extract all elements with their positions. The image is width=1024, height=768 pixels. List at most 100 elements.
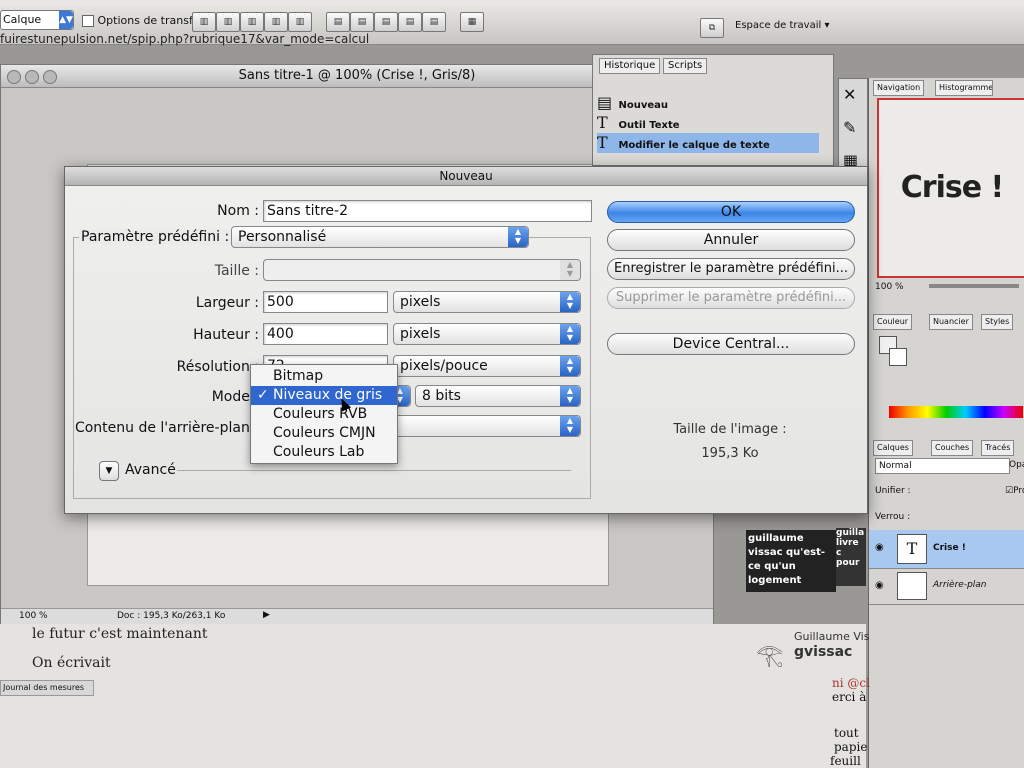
disclosure-triangle-icon[interactable]: ▼	[99, 461, 119, 481]
bridge-icon[interactable]: ⧉	[700, 18, 724, 38]
transform-options-checkbox[interactable]: Options de transf.	[82, 14, 196, 27]
tab-scripts[interactable]: Scripts	[663, 58, 708, 74]
nav-zoom[interactable]: 100 %	[875, 282, 904, 292]
document-icon: ▤	[597, 93, 613, 112]
layer-row[interactable]: ◉ Arrière-plan	[869, 568, 1024, 605]
chevron-updown-icon: ▲ ▼	[560, 416, 580, 436]
resolution-unit-value: pixels/pouce	[400, 358, 488, 374]
name-input[interactable]: Sans titre-2	[263, 200, 592, 222]
propagate-checkbox[interactable]: ☑Pro	[1005, 486, 1024, 496]
lock-label: Verrou :	[875, 512, 911, 522]
align-center-button[interactable]: ▥	[288, 12, 312, 32]
tab-journal[interactable]: Journal des mesures	[0, 680, 94, 696]
width-input[interactable]: 500	[263, 291, 388, 313]
width-unit-select[interactable]: pixels ▲ ▼	[393, 291, 581, 313]
width-unit-value: pixels	[400, 294, 441, 310]
tab-couches[interactable]: Couches	[931, 440, 974, 456]
tab-couleur[interactable]: Couleur	[873, 314, 913, 330]
browser-url: fuirestunepulsion.net/spip.php?rubrique1…	[0, 32, 370, 46]
mode-dropdown-menu: Bitmap ✓ Niveaux de gris Couleurs RVB Co…	[250, 364, 398, 464]
author-handle[interactable]: gvissac	[794, 644, 852, 660]
eye-icon[interactable]: ◉	[875, 580, 884, 591]
eye-icon[interactable]: ◉	[875, 542, 884, 553]
side-text: erci à	[832, 690, 867, 704]
menu-item-lab[interactable]: Couleurs Lab	[251, 443, 397, 462]
play-icon[interactable]: ▶	[263, 610, 270, 620]
side-text: papie	[834, 740, 868, 754]
workspace-menu[interactable]: Espace de travail ▾	[735, 20, 829, 31]
width-label: Largeur :	[195, 295, 259, 311]
device-central-button[interactable]: Device Central...	[607, 333, 855, 355]
zoom-window-button[interactable]	[43, 70, 57, 84]
background-color-swatch[interactable]	[889, 348, 907, 366]
ad-banner[interactable]: guillaume vissac qu'est-ce qu'un logemen…	[746, 530, 836, 592]
history-item[interactable]: T Outil Texte	[597, 113, 819, 133]
size-select[interactable]: ▲ ▼	[263, 259, 581, 281]
layer-name: Arrière-plan	[933, 580, 987, 590]
height-unit-select[interactable]: pixels ▲ ▼	[393, 323, 581, 345]
align-middle-button[interactable]: ▥	[216, 12, 240, 32]
auto-align-button[interactable]: ▦	[460, 12, 484, 32]
tab-histogram[interactable]: Histogramme	[935, 80, 993, 96]
mode-label: Mode :	[211, 389, 259, 405]
blend-mode-select[interactable]: Normal	[875, 458, 1010, 474]
tab-styles[interactable]: Styles	[981, 314, 1014, 330]
layer-row-selected[interactable]: ◉ T Crise !	[869, 530, 1024, 569]
align-left-button[interactable]: ▥	[264, 12, 288, 32]
advanced-label[interactable]: Avancé	[125, 462, 176, 478]
tab-nuancier[interactable]: Nuancier	[929, 314, 973, 330]
tools-strip: ✕ ✎ ▦	[838, 78, 868, 180]
distribute-center-button[interactable]: ▤	[422, 12, 446, 32]
navigation-preview[interactable]: Crise !	[877, 98, 1024, 278]
resolution-label: Résolution :	[176, 359, 259, 375]
doc-info[interactable]: Doc : 195,3 Ko/263,1 Ko	[117, 611, 225, 621]
checkbox-icon	[82, 15, 94, 27]
menu-item-bitmap[interactable]: Bitmap	[251, 367, 397, 386]
distribute-bottom-button[interactable]: ▤	[374, 12, 398, 32]
history-item-selected[interactable]: T Modifier le calque de texte	[597, 133, 819, 153]
menu-item-label: Niveaux de gris	[273, 387, 383, 403]
color-spectrum[interactable]	[889, 406, 1023, 418]
tab-traces[interactable]: Tracés	[981, 440, 1015, 456]
align-bottom-button[interactable]: ▥	[240, 12, 264, 32]
menu-item-rgb[interactable]: Couleurs RVB	[251, 405, 397, 424]
zoom-slider[interactable]	[929, 284, 1019, 288]
layer-select[interactable]: Calque ▲▼	[0, 10, 74, 30]
delete-preset-button[interactable]: Supprimer le paramètre prédéfini...	[607, 287, 855, 309]
align-top-button[interactable]: ▥	[192, 12, 216, 32]
layer-select-label: Calque	[3, 13, 42, 26]
menu-item-cmyk[interactable]: Couleurs CMJN	[251, 424, 397, 443]
layer-name: Crise !	[933, 543, 966, 553]
zoom-level[interactable]: 100 %	[19, 611, 48, 621]
eye-logo-icon: 𓂀	[756, 643, 784, 668]
web-text-line: le futur c'est maintenant	[32, 626, 208, 642]
history-panel: Historique Scripts ▤ Nouveau T Outil Tex…	[592, 54, 834, 166]
tab-calques[interactable]: Calques	[873, 440, 913, 456]
ad-banner-2[interactable]: guilla livre c pour	[836, 528, 866, 586]
save-preset-button[interactable]: Enregistrer le paramètre prédéfini...	[607, 258, 855, 280]
tab-navigation[interactable]: Navigation	[873, 80, 925, 96]
menu-item-grayscale[interactable]: ✓ Niveaux de gris	[251, 386, 397, 405]
distribute-middle-button[interactable]: ▤	[350, 12, 374, 32]
minimize-window-button[interactable]	[25, 70, 39, 84]
preset-select[interactable]: Personnalisé ▲ ▼	[231, 226, 529, 248]
resolution-unit-select[interactable]: pixels/pouce ▲ ▼	[393, 355, 581, 377]
distribute-left-button[interactable]: ▤	[398, 12, 422, 32]
brush-icon[interactable]: ✎	[843, 118, 863, 137]
browser-content	[0, 624, 866, 768]
right-panel-dock: Navigation Histogramme Crise ! 100 % Cou…	[868, 78, 1024, 768]
size-label: Taille :	[214, 263, 259, 279]
bit-depth-select[interactable]: 8 bits ▲ ▼	[415, 385, 581, 407]
chevron-updown-icon: ▲ ▼	[560, 292, 580, 312]
cancel-button[interactable]: Annuler	[607, 229, 855, 251]
tools-icon[interactable]: ✕	[843, 85, 863, 104]
tab-historique[interactable]: Historique	[599, 58, 661, 74]
chevron-updown-icon: ▲ ▼	[560, 324, 580, 344]
height-input[interactable]: 400	[263, 323, 388, 345]
ok-button[interactable]: OK	[607, 201, 855, 223]
dialog-title: Nouveau	[65, 167, 867, 186]
preset-value: Personnalisé	[238, 229, 327, 245]
history-item[interactable]: ▤ Nouveau	[597, 93, 819, 113]
close-window-button[interactable]	[7, 70, 21, 84]
distribute-top-button[interactable]: ▤	[326, 12, 350, 32]
